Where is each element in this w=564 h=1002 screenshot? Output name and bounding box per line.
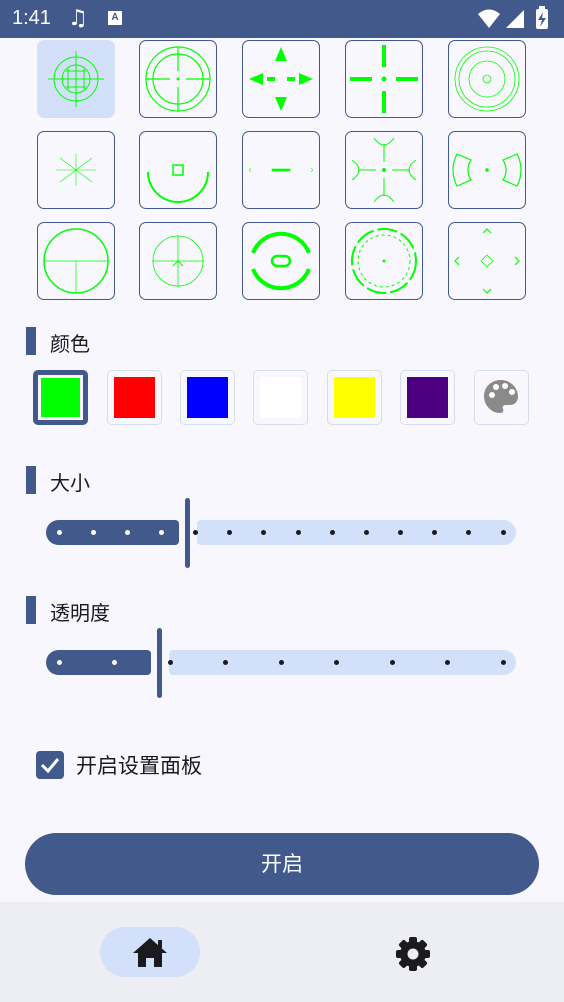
color-section-title: 颜色	[50, 332, 90, 356]
swatch-fill	[407, 377, 448, 418]
nav-home[interactable]	[100, 927, 200, 977]
slider-thumb[interactable]	[157, 628, 162, 698]
slider-tick-inactive	[398, 530, 404, 535]
color-swatch-purple[interactable]	[400, 370, 455, 425]
slider-tick-active	[56, 660, 62, 665]
crosshair-option-14[interactable]	[345, 222, 423, 300]
crosshair-dashed-circle-icon	[351, 228, 417, 294]
crosshair-thick-arcs-icon	[251, 231, 311, 291]
crosshair-option-15[interactable]	[448, 222, 526, 300]
slider-tick-inactive	[389, 660, 395, 665]
music-note-icon: ♫	[68, 6, 88, 31]
slider-active-track	[46, 650, 151, 675]
crosshair-option-13[interactable]	[242, 222, 320, 300]
palette-icon	[484, 380, 518, 413]
crosshair-option-10[interactable]	[448, 131, 526, 209]
swatch-fill	[114, 377, 155, 418]
slider-tick-inactive	[278, 660, 284, 665]
crosshair-arrows-icon	[249, 47, 313, 111]
color-swatch-yellow[interactable]	[327, 370, 382, 425]
signal-icon	[506, 10, 524, 28]
slider-tick-inactive	[363, 530, 369, 535]
slider-tick-inactive	[500, 530, 506, 535]
swatch-fill	[260, 377, 301, 418]
crosshair-cross-dot-icon	[350, 45, 418, 113]
slider-inactive-track	[169, 650, 516, 675]
crosshair-star-lines-icon	[56, 154, 96, 186]
checkmark-icon	[40, 758, 60, 774]
crosshair-option-7[interactable]	[139, 131, 217, 209]
section-marker	[26, 466, 36, 494]
crosshair-circle-dense-icon	[48, 51, 104, 107]
crosshair-option-5[interactable]	[448, 40, 526, 118]
crosshair-concentric-rings-icon	[454, 46, 520, 112]
size-section-title: 大小	[50, 471, 90, 495]
crosshair-option-6[interactable]	[37, 131, 115, 209]
opacity-slider[interactable]	[46, 628, 516, 698]
crosshair-circle-scope-icon	[145, 46, 211, 112]
crosshair-option-2[interactable]	[139, 40, 217, 118]
crosshair-option-9[interactable]	[345, 131, 423, 209]
battery-charging-icon	[536, 6, 548, 29]
start-button[interactable]: 开启	[25, 833, 539, 895]
section-marker	[26, 327, 36, 355]
color-swatch-blue[interactable]	[180, 370, 235, 425]
slider-tick-inactive	[445, 660, 450, 665]
slider-tick-inactive	[295, 530, 301, 535]
status-bar: 1:41 ♫ A	[0, 0, 564, 38]
swatch-fill	[334, 377, 375, 418]
crosshair-dash-icon	[249, 167, 313, 173]
slider-tick-active	[124, 530, 130, 535]
section-marker	[26, 596, 36, 624]
crosshair-circle-plus-icon	[43, 228, 109, 294]
crosshair-bracket-arcs-icon	[452, 153, 522, 187]
crosshair-curved-cross-icon	[351, 137, 417, 203]
settings-panel-label: 开启设置面板	[76, 754, 202, 778]
crosshair-arc-square-icon	[147, 164, 209, 203]
slider-tick-inactive	[329, 530, 335, 535]
bottom-nav	[0, 902, 564, 1002]
slider-tick-active	[90, 530, 96, 535]
settings-panel-checkbox[interactable]	[36, 751, 64, 779]
crosshair-chevron-circle-icon	[152, 235, 204, 287]
color-swatch-green[interactable]	[33, 370, 88, 425]
color-swatch-white[interactable]	[253, 370, 308, 425]
color-swatch-red[interactable]	[107, 370, 162, 425]
home-icon	[133, 938, 167, 967]
nav-settings[interactable]	[388, 927, 438, 977]
opacity-section-title: 透明度	[50, 601, 110, 625]
crosshair-diamond-chevrons-icon	[454, 228, 520, 294]
slider-tick-active	[112, 660, 117, 665]
slider-tick-active	[158, 530, 164, 535]
wifi-icon	[478, 9, 500, 28]
slider-tick-inactive	[500, 660, 506, 665]
gear-icon	[396, 937, 430, 971]
swatch-fill	[187, 377, 228, 418]
a-box-icon: A	[108, 11, 122, 25]
crosshair-option-4[interactable]	[345, 40, 423, 118]
system-icons	[478, 6, 548, 29]
crosshair-option-1[interactable]	[37, 40, 115, 118]
crosshair-option-12[interactable]	[139, 222, 217, 300]
slider-tick-inactive	[223, 660, 228, 665]
crosshair-option-3[interactable]	[242, 40, 320, 118]
crosshair-option-11[interactable]	[37, 222, 115, 300]
slider-thumb[interactable]	[185, 498, 190, 568]
slider-tick-inactive	[167, 660, 173, 665]
custom-color-button[interactable]	[474, 370, 529, 425]
swatch-fill	[41, 378, 80, 417]
slider-tick-active	[56, 530, 62, 535]
status-time: 1:41	[12, 7, 51, 29]
slider-tick-inactive	[334, 660, 339, 665]
crosshair-option-8[interactable]	[242, 131, 320, 209]
size-slider[interactable]	[46, 498, 516, 568]
